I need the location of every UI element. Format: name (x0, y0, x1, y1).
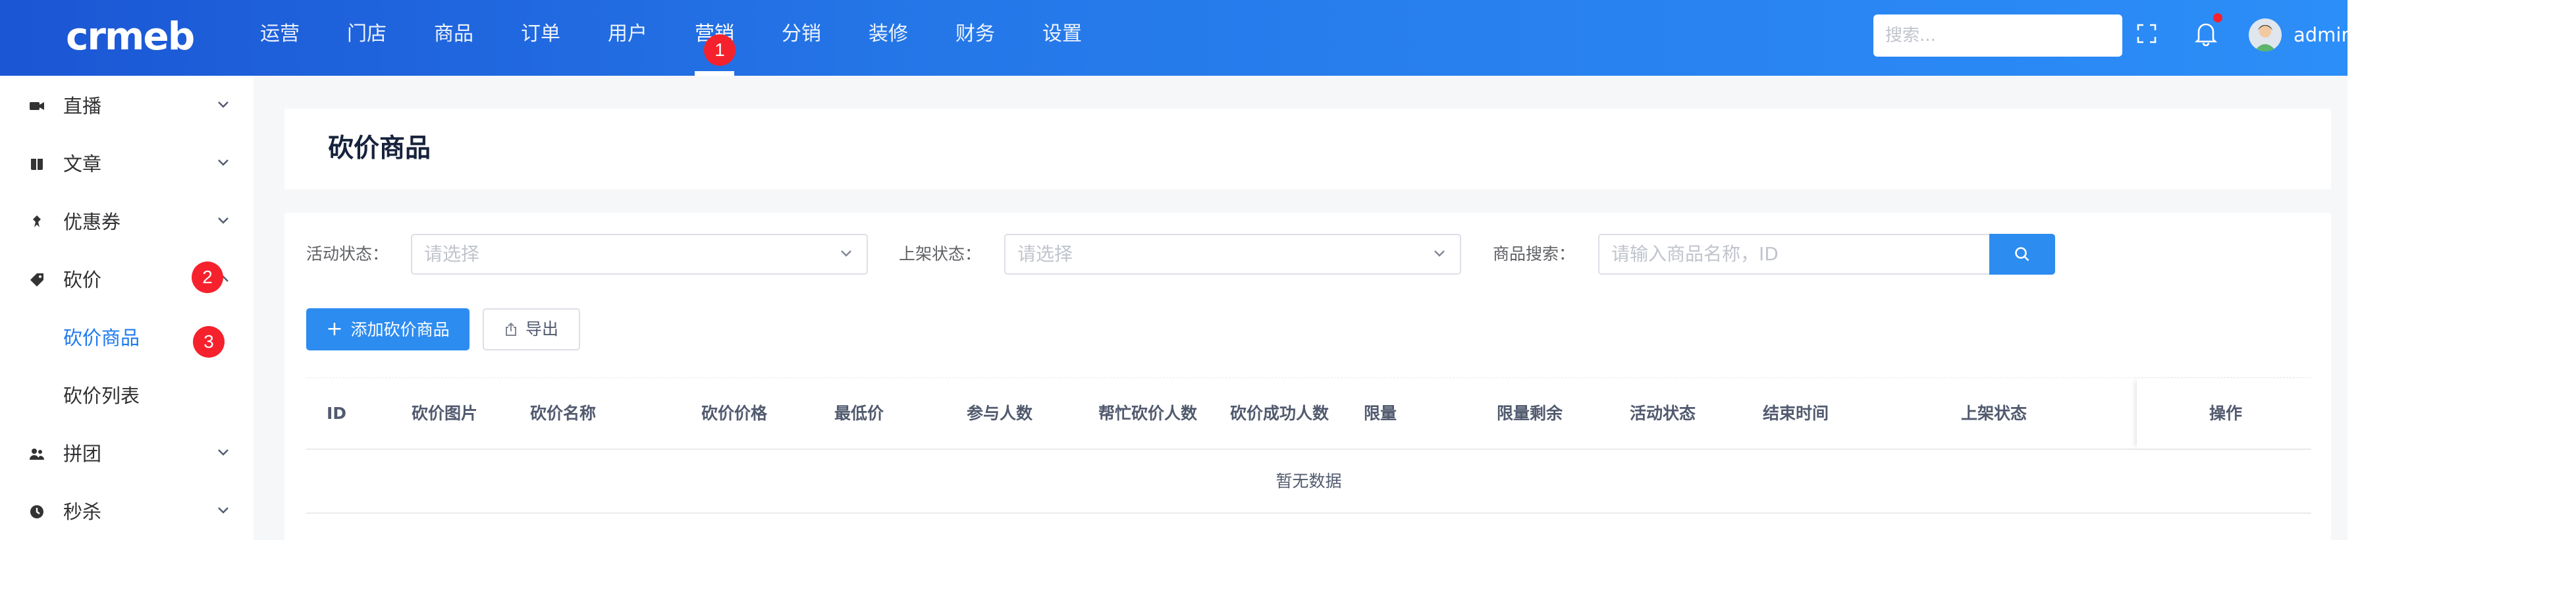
activity-status-label: 活动状态： (306, 244, 389, 263)
chevron-down-icon (218, 449, 228, 456)
sidebar-item-coupon[interactable]: 优惠券 (0, 193, 254, 251)
sidebar-subitem-label: 砍价列表 (63, 385, 140, 407)
table-header: ID 砍价图片 砍价名称 砍价价格 最低价 参与人数 帮忙砍价人数 砍价成功人数… (306, 377, 2311, 450)
nav-item-orders[interactable]: 订单 (521, 0, 560, 76)
chevron-down-icon (218, 217, 228, 224)
sidebar-item-article[interactable]: 文章 (0, 135, 254, 193)
group-icon (30, 449, 44, 460)
sidebar-item-label: 文章 (63, 153, 102, 175)
column-header-activity-status: 活动状态 (1630, 404, 1696, 423)
search-button[interactable] (1989, 234, 2055, 275)
select-placeholder: 请选择 (424, 243, 480, 265)
column-header-name: 砍价名称 (530, 404, 597, 423)
sidebar: 直播 文章 优惠券 砍价 2 砍价商品 3 砍价列表 拼团 秒杀 (0, 76, 254, 540)
export-button[interactable]: 导出 (483, 308, 580, 350)
nav-item-settings[interactable]: 设置 (1042, 0, 1082, 76)
column-header-quota-left: 限量剩余 (1497, 404, 1563, 423)
column-header-id: ID (327, 404, 347, 423)
operations-column: 操作 (2137, 378, 2311, 449)
shelf-status-label: 上架状态： (899, 244, 982, 263)
sidebar-item-label: 拼团 (63, 443, 102, 465)
column-header-min-price: 最低价 (834, 404, 884, 423)
header-search-input[interactable]: 搜索... (1873, 14, 2122, 57)
notification-dot (2213, 13, 2222, 22)
nav-item-stores[interactable]: 门店 (347, 0, 387, 76)
empty-state: 暂无数据 (306, 450, 2311, 514)
column-header-price: 砍价价格 (701, 404, 768, 423)
avatar[interactable] (2249, 18, 2282, 51)
export-icon (505, 322, 516, 336)
bell-icon[interactable] (2195, 21, 2217, 46)
chevron-down-icon (1434, 250, 1445, 257)
sidebar-item-label: 秒杀 (63, 501, 102, 523)
step-badge-2: 2 (192, 261, 223, 293)
export-button-label: 导出 (525, 319, 558, 339)
column-header-operations: 操作 (2209, 404, 2243, 423)
nav-item-products[interactable]: 商品 (434, 0, 473, 76)
sidebar-item-group-buy[interactable]: 拼团 (0, 425, 254, 483)
column-header-success-count: 砍价成功人数 (1230, 404, 1329, 423)
column-header-participants: 参与人数 (967, 404, 1033, 423)
sidebar-item-label: 优惠券 (63, 211, 121, 233)
nav-item-operations[interactable]: 运营 (260, 0, 300, 76)
video-icon (30, 102, 44, 110)
nav-item-decoration[interactable]: 装修 (869, 0, 908, 76)
select-placeholder: 请选择 (1017, 243, 1073, 265)
top-nav: 运营 门店 商品 订单 用户 营销 分销 装修 财务 设置 (260, 0, 1129, 76)
chevron-down-icon (841, 250, 851, 257)
page-title-card: 砍价商品 (284, 109, 2331, 189)
sidebar-item-live[interactable]: 直播 (0, 77, 254, 135)
column-header-end-time: 结束时间 (1763, 404, 1829, 423)
coupon-icon (33, 215, 41, 227)
bargain-products-table: ID 砍价图片 砍价名称 砍价价格 最低价 参与人数 帮忙砍价人数 砍价成功人数… (306, 377, 2311, 514)
column-header-helpers: 帮忙砍价人数 (1098, 404, 1198, 423)
clock-icon (30, 505, 43, 518)
search-icon (2015, 247, 2029, 261)
column-header-shelf-status: 上架状态 (1961, 404, 2027, 423)
column-header-quota: 限量 (1364, 404, 1397, 423)
product-search-label: 商品搜索： (1493, 244, 1576, 263)
avatar-image (2254, 25, 2276, 51)
activity-status-select[interactable]: 请选择 (411, 234, 868, 275)
sidebar-item-label: 砍价 (63, 269, 102, 291)
fullscreen-icon[interactable] (2137, 24, 2157, 43)
tag-icon (30, 273, 43, 287)
chevron-down-icon (218, 101, 228, 108)
product-search-input[interactable]: 请输入商品名称，ID (1598, 234, 1991, 275)
sidebar-item-flash-sale[interactable]: 秒杀 (0, 483, 254, 540)
add-button-label: 添加砍价商品 (350, 320, 450, 339)
add-bargain-product-button[interactable]: + 添加砍价商品 (306, 308, 470, 350)
app-window: crmeb 运营 门店 商品 订单 用户 营销 分销 装修 财务 设置 1 搜索… (0, 0, 2348, 540)
sidebar-subitem-label: 砍价商品 (63, 327, 140, 349)
nav-item-finance[interactable]: 财务 (955, 0, 995, 76)
plus-icon: + (326, 317, 343, 341)
logo[interactable]: crmeb (66, 13, 195, 59)
step-badge-1: 1 (704, 34, 736, 66)
page-title: 砍价商品 (328, 134, 431, 163)
shelf-status-select[interactable]: 请选择 (1004, 234, 1461, 275)
step-badge-3: 3 (193, 326, 225, 358)
sidebar-subitem-bargain-list[interactable]: 砍价列表 (0, 367, 254, 425)
column-header-image: 砍价图片 (412, 404, 478, 423)
chevron-down-icon (218, 507, 228, 514)
chevron-down-icon (218, 159, 228, 166)
nav-item-users[interactable]: 用户 (608, 0, 647, 76)
nav-item-distribution[interactable]: 分销 (782, 0, 821, 76)
input-placeholder: 请输入商品名称，ID (1611, 243, 1779, 265)
sidebar-item-label: 直播 (63, 95, 102, 117)
top-header: crmeb 运营 门店 商品 订单 用户 营销 分销 装修 财务 设置 1 搜索… (0, 0, 2348, 76)
logo-text: crmeb (66, 14, 195, 59)
username[interactable]: admin (2294, 20, 2348, 50)
book-icon (31, 159, 43, 170)
